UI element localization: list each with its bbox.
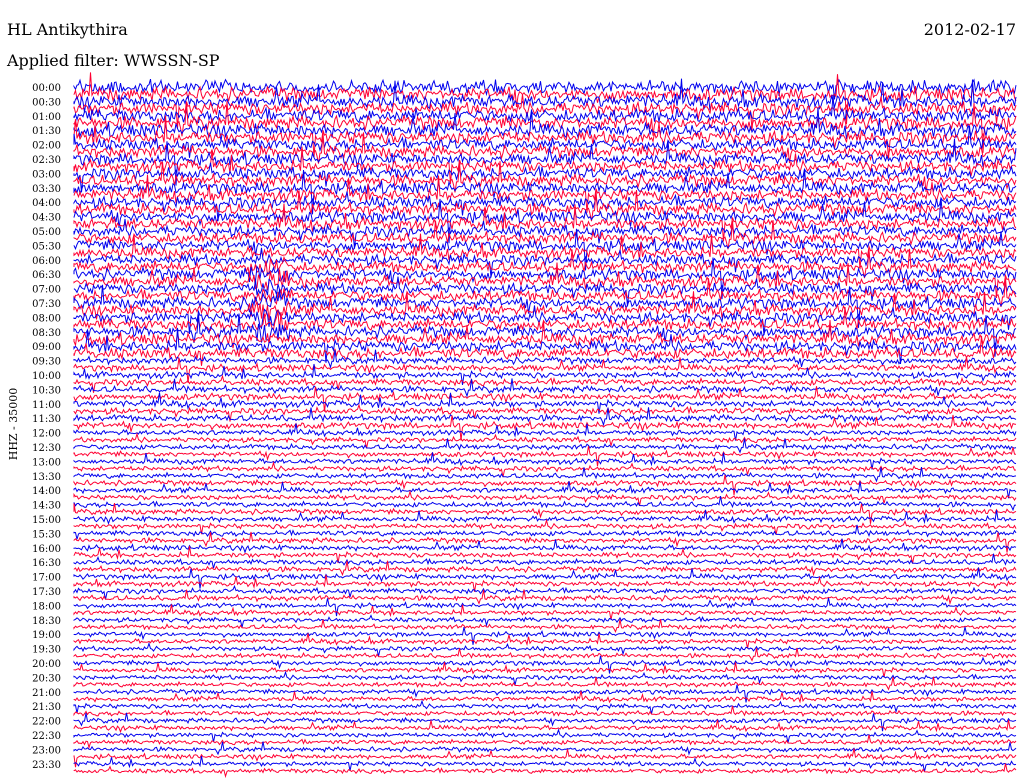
time-tick-label: 17:30: [32, 587, 61, 598]
trace-row: [73, 460, 1017, 478]
time-tick-label: 18:30: [32, 616, 61, 627]
time-tick-label: 22:30: [32, 731, 61, 742]
trace-group: [73, 72, 1017, 779]
trace-row: [73, 446, 1017, 467]
trace-row: [73, 115, 1017, 159]
time-tick-label: 10:00: [32, 371, 61, 382]
time-tick-label: 06:30: [32, 270, 61, 281]
time-tick-label: 13:00: [32, 457, 61, 468]
time-tick-label: 00:00: [32, 83, 61, 94]
trace-row: [73, 728, 1017, 743]
time-tick-label: 16:00: [32, 544, 61, 555]
time-tick-label: 09:30: [32, 357, 61, 368]
tick-label-group: 00:00 00:30 01:00 01:30 02:00 02:30 03:00 03:30…: [32, 83, 61, 771]
time-tick-label: 20:00: [32, 659, 61, 670]
trace-row: [73, 467, 1017, 483]
helicorder-plot: 00:00 00:30 01:00 01:30 02:00 02:30 03:00 03:30…: [32, 72, 1017, 779]
time-tick-label: 20:30: [32, 673, 61, 684]
time-tick-label: 19:00: [32, 630, 61, 641]
trace-row: [73, 712, 1017, 732]
time-tick-label: 03:00: [32, 169, 61, 180]
trace-row: [73, 719, 1016, 734]
time-tick-label: 12:30: [32, 443, 61, 454]
time-tick-label: 22:00: [32, 717, 61, 728]
time-tick-label: 03:30: [32, 184, 61, 195]
trace-row: [73, 614, 1017, 628]
time-tick-label: 05:00: [32, 227, 61, 238]
time-tick-label: 01:30: [32, 126, 61, 137]
time-tick-label: 23:30: [32, 760, 61, 771]
time-tick-label: 15:00: [32, 515, 61, 526]
time-tick-label: 23:00: [32, 745, 61, 756]
time-tick-label: 02:00: [32, 141, 61, 152]
time-tick-label: 01:00: [32, 112, 61, 123]
trace-row: [73, 705, 1017, 717]
trace-row: [73, 741, 1017, 756]
time-tick-label: 15:30: [32, 529, 61, 540]
trace-row: [73, 670, 1016, 686]
time-tick-label: 17:00: [32, 573, 61, 584]
trace-row: [73, 633, 1017, 649]
time-tick-label: 11:00: [32, 400, 61, 411]
time-tick-label: 06:00: [32, 256, 61, 267]
time-tick-label: 04:30: [32, 213, 61, 224]
time-tick-label: 21:30: [32, 702, 61, 713]
trace-row: [73, 531, 1017, 553]
time-tick-label: 16:30: [32, 558, 61, 569]
trace-row: [73, 138, 1017, 186]
trace-row: [73, 423, 1017, 441]
time-tick-label: 08:00: [32, 313, 61, 324]
time-tick-label: 21:00: [32, 688, 61, 699]
time-tick-label: 00:30: [32, 97, 61, 108]
trace-row: [73, 407, 1017, 427]
time-tick-label: 11:30: [32, 414, 61, 425]
trace-row: [73, 763, 1017, 779]
time-tick-label: 10:30: [32, 385, 61, 396]
time-tick-label: 08:30: [32, 328, 61, 339]
time-tick-label: 04:00: [32, 198, 61, 209]
time-tick-label: 02:30: [32, 155, 61, 166]
time-tick-label: 05:30: [32, 241, 61, 252]
trace-row: [73, 647, 1017, 662]
time-tick-label: 07:00: [32, 285, 61, 296]
trace-row: [73, 503, 1017, 524]
time-tick-label: 14:00: [32, 486, 61, 497]
trace-row: [73, 374, 1017, 393]
trace-row: [73, 619, 1017, 633]
time-tick-label: 18:00: [32, 601, 61, 612]
time-tick-label: 14:30: [32, 501, 61, 512]
time-tick-label: 19:30: [32, 645, 61, 656]
time-tick-label: 12:00: [32, 429, 61, 440]
time-tick-label: 09:00: [32, 342, 61, 353]
trace-row: [73, 146, 1017, 184]
trace-row: [73, 734, 1017, 750]
time-tick-label: 07:30: [32, 299, 61, 310]
time-tick-label: 13:30: [32, 472, 61, 483]
